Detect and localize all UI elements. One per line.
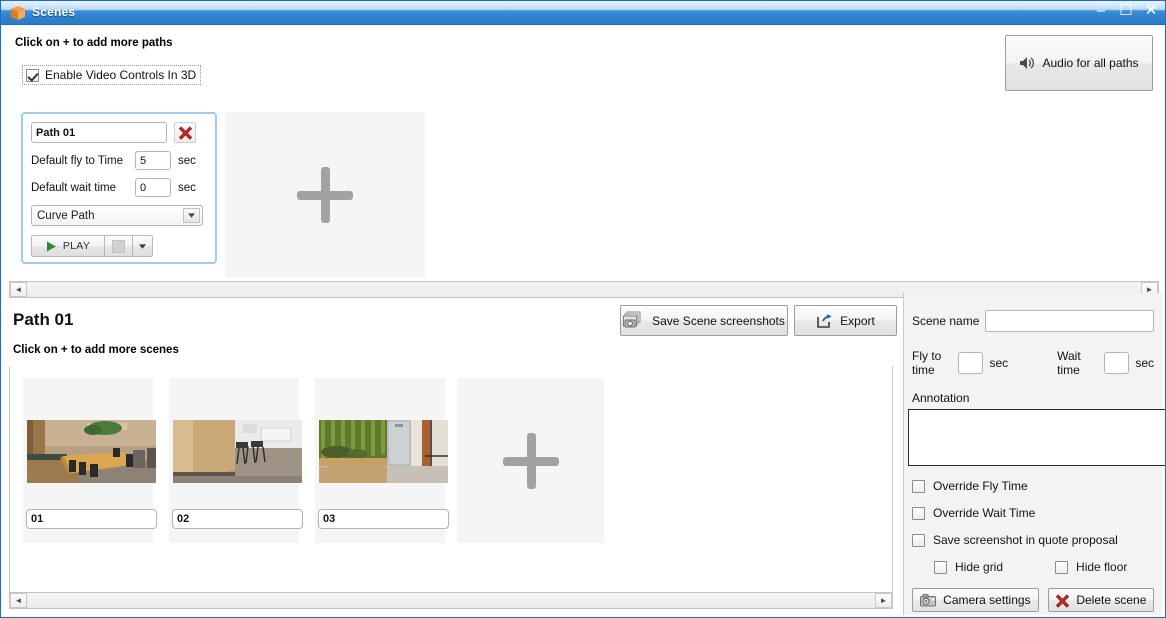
hide-grid-checkbox[interactable] xyxy=(934,560,947,574)
checkbox-box[interactable] xyxy=(912,479,925,493)
default-wait-time-label: Default wait time xyxy=(31,181,117,194)
stop-button[interactable] xyxy=(105,235,133,257)
scene-name-input[interactable] xyxy=(172,509,303,529)
scene-name-input[interactable] xyxy=(318,509,449,529)
audio-for-all-paths-button[interactable]: Audio for all paths xyxy=(1005,35,1153,91)
annotation-label: Annotation xyxy=(912,391,970,405)
default-fly-to-time-label: Default fly to Time xyxy=(31,154,124,167)
speaker-icon xyxy=(1019,56,1035,70)
camera-stack-icon xyxy=(623,311,645,331)
path-type-selected-value: Curve Path xyxy=(37,209,95,222)
red-x-icon xyxy=(1055,593,1070,608)
save-screenshot-label: Save screenshot in quote proposal xyxy=(933,533,1118,547)
red-x-icon xyxy=(178,125,193,140)
default-wait-time-unit: sec xyxy=(178,181,196,194)
save-scene-screenshots-label: Save Scene screenshots xyxy=(652,313,785,328)
enable-video-controls-checkbox[interactable]: Enable Video Controls In 3D xyxy=(22,65,202,85)
checkbox-box[interactable] xyxy=(912,506,925,520)
wait-time-field[interactable] xyxy=(1104,352,1130,374)
path-detail-title: Path 01 xyxy=(13,310,74,329)
default-wait-time-input[interactable] xyxy=(135,178,171,197)
delete-scene-button[interactable]: Delete scene xyxy=(1047,588,1154,612)
scroll-right-button[interactable]: ► xyxy=(875,593,892,608)
paths-hint: Click on + to add more paths xyxy=(15,37,173,49)
add-scene-tile[interactable] xyxy=(457,378,604,543)
checkbox-box[interactable] xyxy=(912,533,925,547)
scene-name-row: Scene name xyxy=(912,310,1154,332)
hide-grid-label: Hide grid xyxy=(955,560,1004,574)
audio-button-label: Audio for all paths xyxy=(1042,56,1139,70)
scene-thumbnail[interactable] xyxy=(173,420,302,483)
stop-square-icon xyxy=(112,239,125,253)
scene-name-field[interactable] xyxy=(984,310,1154,332)
default-fly-to-time-input[interactable] xyxy=(135,151,171,170)
override-wait-time-label: Override Wait Time xyxy=(933,506,1036,520)
enable-video-controls-label: Enable Video Controls In 3D xyxy=(45,68,197,82)
export-button[interactable]: Export xyxy=(794,305,897,336)
checkbox-box[interactable] xyxy=(26,68,39,82)
scenes-window: Scenes – ☐ ✕ Click on + to add more path… xyxy=(0,0,1166,618)
scene-thumbnail[interactable] xyxy=(27,420,156,483)
export-arrow-icon xyxy=(816,313,833,329)
play-triangle-icon xyxy=(46,241,57,252)
path-type-select[interactable]: Curve Path xyxy=(31,205,203,226)
override-wait-time-checkbox[interactable]: Override Wait Time xyxy=(912,506,1154,520)
minimize-button[interactable]: – xyxy=(1093,3,1109,19)
plus-icon xyxy=(502,432,559,489)
override-fly-time-label: Override Fly Time xyxy=(933,479,1028,493)
maximize-button[interactable]: ☐ xyxy=(1118,3,1134,19)
override-fly-time-checkbox[interactable]: Override Fly Time xyxy=(912,479,1154,493)
path-name-input[interactable] xyxy=(31,122,167,143)
default-fly-to-time-unit: sec xyxy=(178,154,196,167)
delete-scene-label: Delete scene xyxy=(1076,593,1147,607)
save-scene-screenshots-button[interactable]: Save Scene screenshots xyxy=(620,305,788,336)
add-path-tile[interactable] xyxy=(225,112,425,277)
camera-icon xyxy=(920,593,937,607)
transport-dropdown-button[interactable] xyxy=(133,235,153,257)
path-name-row xyxy=(31,122,207,143)
export-button-label: Export xyxy=(840,313,875,328)
window-title: Scenes xyxy=(32,5,76,19)
window-controls: – ☐ ✕ xyxy=(1093,3,1159,19)
close-button[interactable]: ✕ xyxy=(1143,3,1159,19)
hide-options-row: Hide grid Hide floor xyxy=(934,560,1154,574)
annotation-textarea[interactable] xyxy=(908,409,1165,466)
scene-properties-panel: Scene name Fly to time sec Wait time sec… xyxy=(903,293,1165,615)
scene-name-input[interactable] xyxy=(26,509,157,529)
scene-card[interactable] xyxy=(169,378,303,543)
fly-to-time-unit: sec xyxy=(989,356,1009,370)
default-wait-time-row: Default wait time sec xyxy=(31,178,207,197)
scenes-horizontal-scrollbar[interactable]: ◄ ► xyxy=(9,592,893,609)
plus-icon xyxy=(297,166,353,223)
default-fly-to-time-row: Default fly to Time sec xyxy=(31,151,207,170)
path-transport-controls: PLAY xyxy=(31,235,207,257)
play-button-label: PLAY xyxy=(62,240,91,252)
paths-strip: Default fly to Time sec Default wait tim… xyxy=(9,109,1159,279)
fly-to-time-label: Fly to time xyxy=(912,349,942,377)
scroll-left-button[interactable]: ◄ xyxy=(10,282,27,297)
wait-time-unit: sec xyxy=(1135,356,1154,370)
wait-time-label: Wait time xyxy=(1057,349,1081,377)
scene-card[interactable] xyxy=(315,378,449,543)
scenes-hint: Click on + to add more scenes xyxy=(13,344,179,356)
camera-settings-button[interactable]: Camera settings xyxy=(912,588,1039,612)
scene-action-buttons: Camera settings Delete scene xyxy=(912,588,1154,612)
scenes-area xyxy=(9,366,893,594)
chevron-down-icon[interactable] xyxy=(183,208,200,223)
save-screenshot-in-quote-proposal-checkbox[interactable]: Save screenshot in quote proposal xyxy=(912,533,1154,547)
hide-floor-checkbox[interactable] xyxy=(1055,560,1069,574)
fly-to-time-field[interactable] xyxy=(958,352,984,374)
scroll-left-button[interactable]: ◄ xyxy=(10,593,27,608)
title-bar: Scenes – ☐ ✕ xyxy=(1,1,1165,25)
scene-thumbnail[interactable] xyxy=(319,420,448,483)
path-card[interactable]: Default fly to Time sec Default wait tim… xyxy=(21,112,217,264)
scene-times-row: Fly to time sec Wait time sec xyxy=(912,349,1154,377)
camera-settings-label: Camera settings xyxy=(943,593,1031,607)
cube-icon xyxy=(10,5,26,21)
scene-name-label: Scene name xyxy=(912,314,980,328)
delete-path-button[interactable] xyxy=(174,122,196,143)
hide-floor-label: Hide floor xyxy=(1076,560,1128,574)
play-button[interactable]: PLAY xyxy=(31,235,105,257)
scene-card[interactable] xyxy=(23,378,157,543)
